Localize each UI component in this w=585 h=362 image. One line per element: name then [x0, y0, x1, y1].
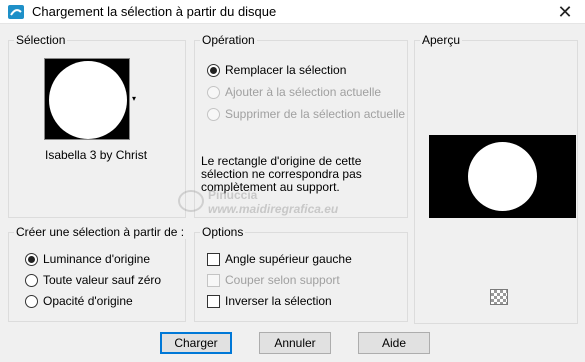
operation-group-label: Opération [200, 33, 257, 47]
radio-button[interactable] [25, 273, 38, 287]
options-group-label: Options [200, 225, 246, 239]
preview-image [429, 135, 576, 218]
radio-label: Supprimer de la sélection actuelle [225, 107, 406, 121]
radio-button[interactable] [207, 85, 220, 99]
radio-label: Remplacer la sélection [225, 63, 347, 77]
radio-source-opacity[interactable]: Opacité d'origine [25, 294, 133, 308]
close-button[interactable]: ✕ [545, 0, 585, 24]
warning-text: Le rectangle d'origine de cette sélectio… [201, 155, 362, 194]
checkbox[interactable] [207, 252, 220, 266]
checkbox-label: Couper selon support [225, 273, 340, 287]
app-icon [8, 5, 24, 19]
checkbox-label: Inverser la sélection [225, 294, 332, 308]
checkbox[interactable] [207, 273, 220, 287]
transparency-toggle-icon[interactable] [490, 289, 508, 305]
radio-any-nonzero[interactable]: Toute valeur sauf zéro [25, 273, 161, 287]
radio-label: Toute valeur sauf zéro [43, 273, 162, 287]
chevron-down-icon[interactable]: ▾ [132, 94, 136, 103]
radio-replace-selection[interactable]: Remplacer la sélection [207, 63, 346, 77]
radio-label: Ajouter à la sélection actuelle [225, 85, 382, 99]
selection-group-label: Sélection [14, 33, 68, 47]
radio-button[interactable] [25, 252, 38, 266]
create-from-group-label: Créer une sélection à partir de : [14, 225, 187, 239]
selection-name: Isabella 3 by Christ [45, 148, 148, 162]
checkbox-crop-to-canvas[interactable]: Couper selon support [207, 273, 340, 287]
window-title: Chargement la sélection à partir du disq… [32, 4, 277, 19]
title-bar: Chargement la sélection à partir du disq… [0, 0, 585, 24]
preview-circle [468, 142, 537, 211]
checkbox[interactable] [207, 294, 220, 308]
radio-button[interactable] [207, 107, 220, 121]
checkbox-invert-selection[interactable]: Inverser la sélection [207, 294, 332, 308]
radio-add-selection[interactable]: Ajouter à la sélection actuelle [207, 85, 381, 99]
radio-source-luminance[interactable]: Luminance d'origine [25, 252, 150, 266]
radio-button[interactable] [25, 294, 38, 308]
load-button[interactable]: Charger [160, 332, 232, 354]
radio-subtract-selection[interactable]: Supprimer de la sélection actuelle [207, 107, 405, 121]
help-button[interactable]: Aide [358, 332, 430, 354]
checkbox-label: Angle supérieur gauche [225, 252, 352, 266]
radio-label: Opacité d'origine [43, 294, 133, 308]
selection-thumbnail[interactable] [44, 58, 130, 140]
warning-line: complètement au support. [201, 180, 340, 194]
radio-label: Luminance d'origine [43, 252, 151, 266]
cancel-button[interactable]: Annuler [259, 332, 331, 354]
preview-group-label: Aperçu [420, 33, 463, 47]
radio-button[interactable] [207, 63, 220, 77]
thumbnail-circle [49, 61, 127, 139]
checkbox-top-left-corner[interactable]: Angle supérieur gauche [207, 252, 352, 266]
